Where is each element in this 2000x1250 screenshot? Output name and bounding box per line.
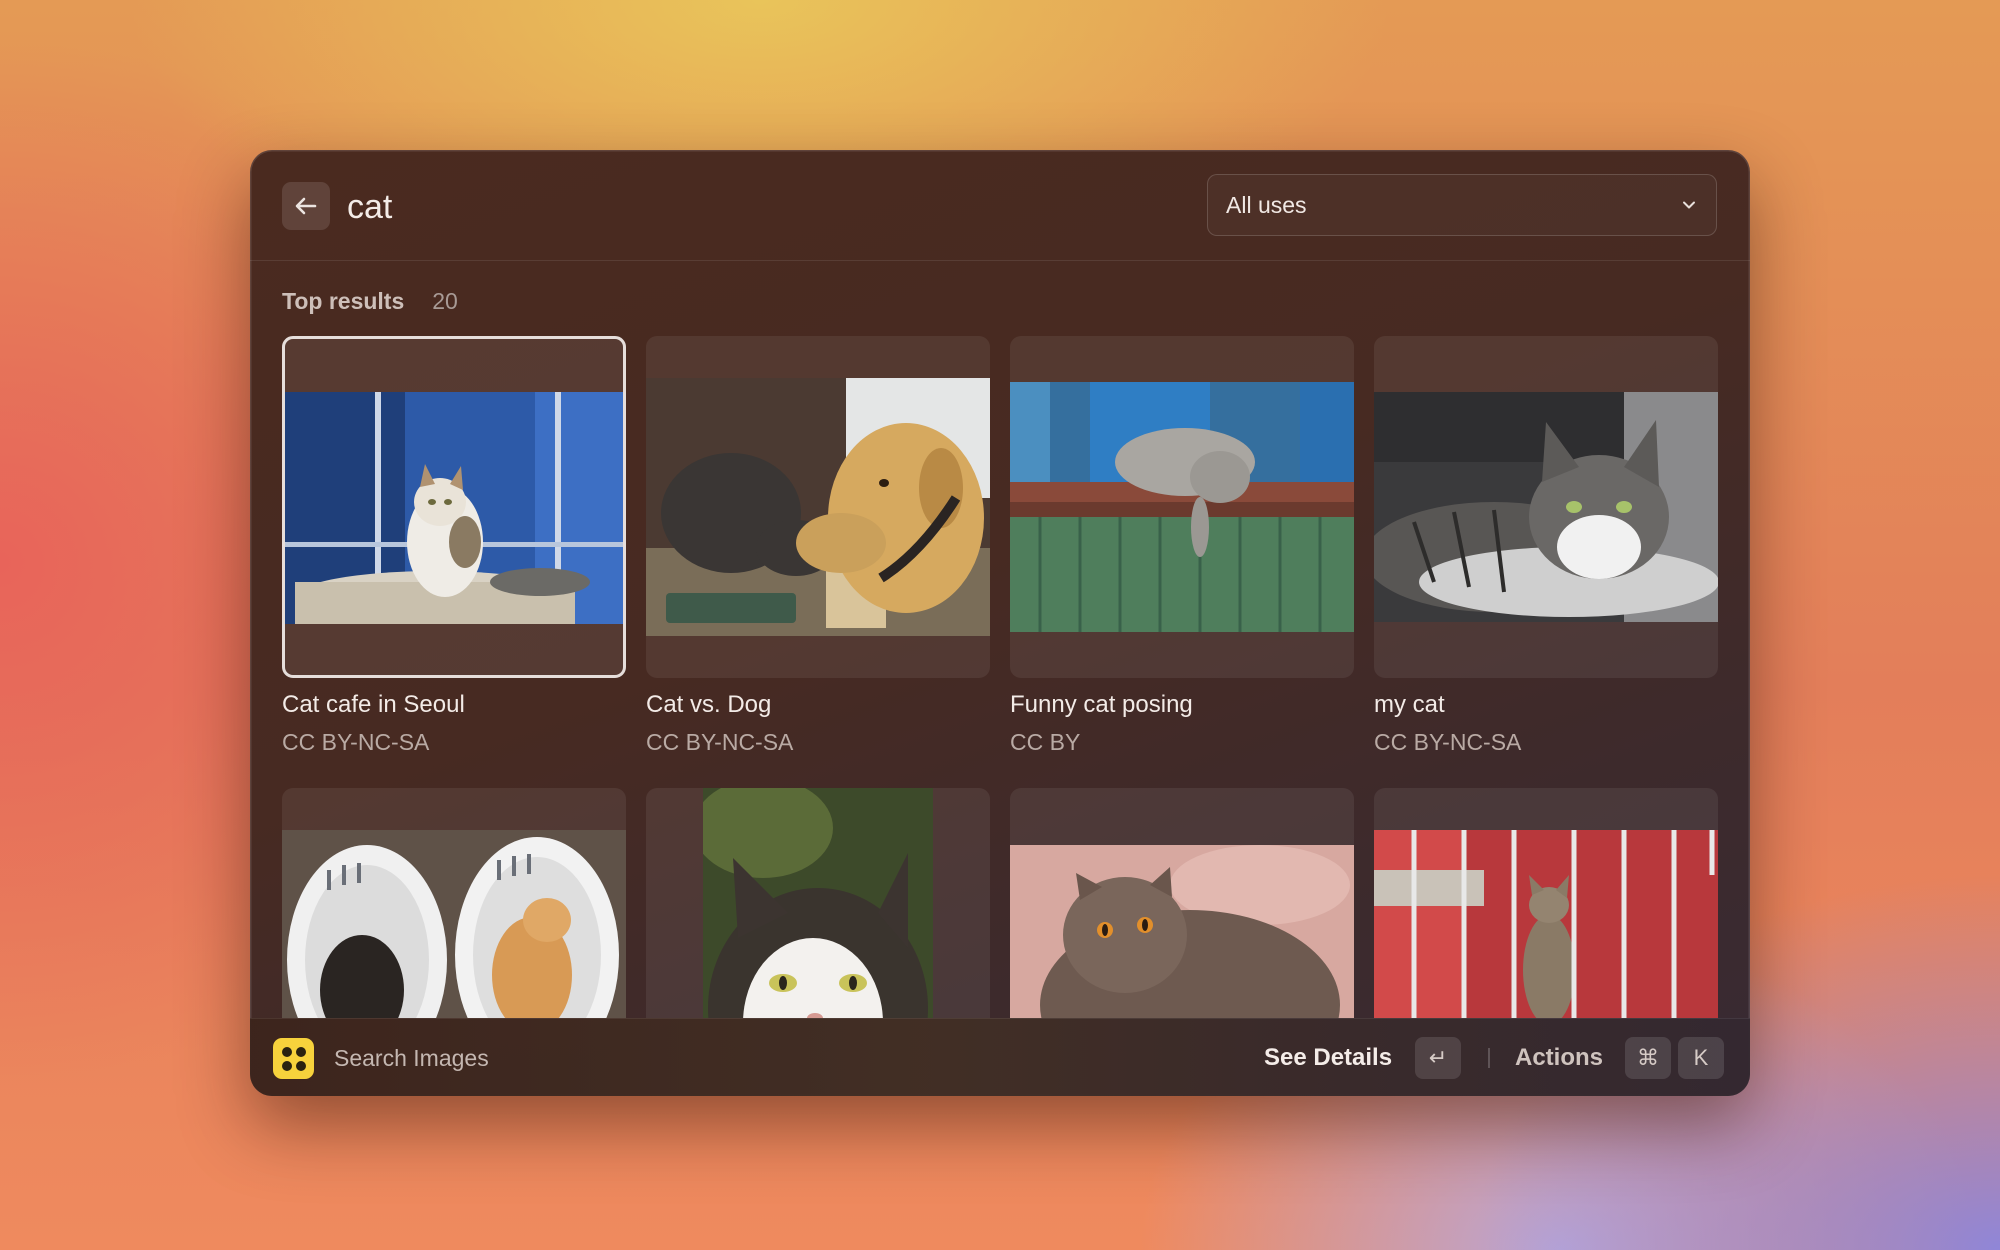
tabby-cat-image [1374, 392, 1718, 622]
image-card[interactable] [282, 788, 626, 1018]
cat-in-cage-image [1374, 830, 1718, 1018]
image-license: CC BY-NC-SA [646, 729, 794, 755]
image-card[interactable]: Cat cafe in Seoul CC BY-NC-SA [282, 336, 626, 756]
image-title: Cat cafe in Seoul [282, 691, 465, 718]
usage-filter-value: All uses [1226, 191, 1307, 218]
cat-on-fence-image [1010, 382, 1354, 632]
image-thumbnail[interactable] [1374, 788, 1718, 1018]
white-cat-closeup-image [703, 788, 933, 1018]
see-details-button[interactable]: See Details [1264, 1044, 1392, 1072]
grid-dots-icon [281, 1046, 306, 1071]
footer-divider [1488, 1048, 1490, 1068]
image-card[interactable]: Cat vs. Dog CC BY-NC-SA [646, 336, 990, 756]
search-header: All uses [250, 150, 1750, 261]
enter-key-hint: ↵ [1415, 1037, 1461, 1079]
image-license: CC BY [1010, 729, 1081, 755]
arrow-left-icon [295, 197, 317, 215]
image-thumbnail[interactable] [282, 788, 626, 1018]
section-title: Top results [282, 288, 405, 314]
cat-photo-image [285, 392, 623, 624]
image-card[interactable]: my cat CC BY-NC-SA [1374, 336, 1718, 756]
k-key-hint: K [1678, 1037, 1724, 1079]
image-title: Funny cat posing [1010, 691, 1193, 718]
image-thumbnail-selected[interactable] [282, 336, 626, 678]
image-thumbnail[interactable] [1010, 788, 1354, 1018]
cats-in-baskets-image [282, 830, 626, 1018]
command-key-hint: ⌘ [1625, 1037, 1671, 1079]
action-bar: Search Images See Details ↵ Actions ⌘ K [250, 1018, 1750, 1096]
search-input[interactable] [345, 180, 1149, 234]
image-card[interactable] [646, 788, 990, 1018]
results-count: 20 [432, 288, 458, 314]
image-card[interactable]: Funny cat posing CC BY [1010, 336, 1354, 756]
image-card[interactable] [1374, 788, 1718, 1018]
app-icon [273, 1038, 314, 1079]
image-thumbnail[interactable] [646, 336, 990, 678]
image-thumbnail[interactable] [1010, 336, 1354, 678]
usage-filter-dropdown[interactable]: All uses [1207, 174, 1717, 236]
image-license: CC BY-NC-SA [282, 729, 430, 755]
image-thumbnail[interactable] [646, 788, 990, 1018]
app-title: Search Images [334, 1045, 489, 1071]
image-thumbnail[interactable] [1374, 336, 1718, 678]
back-button[interactable] [282, 182, 330, 230]
chevron-down-icon [1683, 201, 1695, 209]
search-images-window: All uses Top results 20 [250, 150, 1750, 1096]
image-title: my cat [1374, 691, 1445, 718]
cat-and-dog-image [646, 378, 990, 636]
image-card[interactable] [1010, 788, 1354, 1018]
image-license: CC BY-NC-SA [1374, 729, 1522, 755]
image-grid: Cat cafe in Seoul CC BY-NC-SA Cat vs. Do… [282, 336, 1718, 1018]
gray-cat-on-carpet-image [1010, 845, 1354, 1018]
image-title: Cat vs. Dog [646, 691, 772, 718]
results-section-header: Top results 20 [282, 288, 458, 315]
actions-button[interactable]: Actions [1515, 1044, 1603, 1072]
